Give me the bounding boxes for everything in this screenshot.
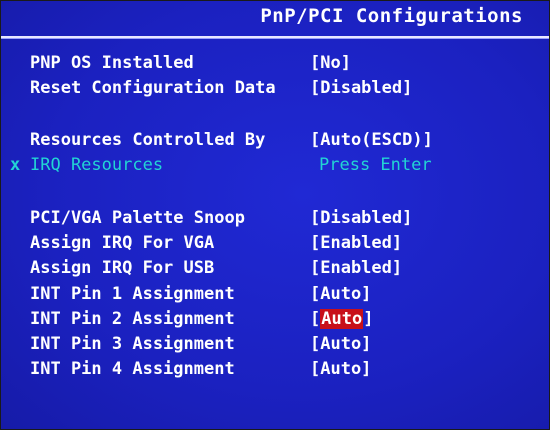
page-title: PnP/PCI Configurations [260,5,523,27]
setting-assign-irq-for-usb[interactable]: Assign IRQ For USB [Enabled] [1,258,549,282]
setting-label: Assign IRQ For VGA [30,233,215,253]
setting-int-pin-2-assignment[interactable]: INT Pin 2 Assignment [Auto] [1,309,549,333]
setting-value[interactable]: [Auto] [310,334,371,354]
setting-label: INT Pin 2 Assignment [30,309,235,329]
setting-label: INT Pin 1 Assignment [30,284,235,304]
setting-label: Assign IRQ For USB [30,258,215,278]
selected-value-highlight[interactable]: Auto [320,309,364,329]
title-bar: PnP/PCI Configurations [1,1,549,39]
setting-int-pin-4-assignment[interactable]: INT Pin 4 Assignment [Auto] [1,359,549,383]
setting-reset-configuration-data[interactable]: Reset Configuration Data [Disabled] [1,78,549,102]
setting-value[interactable]: [No] [310,53,351,73]
setting-irq-resources: x IRQ Resources Press Enter [1,155,549,179]
setting-label: PNP OS Installed [30,53,194,73]
bracket-close: ] [363,309,374,329]
setting-value[interactable]: [Enabled] [310,258,402,278]
setting-label: Reset Configuration Data [30,78,276,98]
setting-resources-controlled-by[interactable]: Resources Controlled By [Auto(ESCD)] [1,130,549,154]
setting-label: INT Pin 3 Assignment [30,334,235,354]
setting-value[interactable]: [Disabled] [310,208,412,228]
title-divider [1,36,549,39]
unavailable-marker: x [10,155,21,175]
setting-pnp-os-installed[interactable]: PNP OS Installed [No] [1,53,549,77]
setting-value[interactable]: [Enabled] [310,233,402,253]
setting-value[interactable]: [Auto] [310,359,371,379]
setting-label: IRQ Resources [30,155,164,175]
setting-label: PCI/VGA Palette Snoop [30,208,245,228]
setting-assign-irq-for-vga[interactable]: Assign IRQ For VGA [Enabled] [1,233,549,257]
setting-pci-vga-palette-snoop[interactable]: PCI/VGA Palette Snoop [Disabled] [1,208,549,232]
setting-value[interactable]: [Auto] [310,309,373,329]
setting-value[interactable]: [Auto(ESCD)] [310,130,433,150]
setting-value[interactable]: [Auto] [310,284,371,304]
setting-int-pin-3-assignment[interactable]: INT Pin 3 Assignment [Auto] [1,334,549,358]
bracket-open: [ [310,309,321,329]
setting-int-pin-1-assignment[interactable]: INT Pin 1 Assignment [Auto] [1,284,549,308]
setting-value[interactable]: [Disabled] [310,78,412,98]
bios-screen: PnP/PCI Configurations PNP OS Installed … [0,0,550,430]
setting-label: INT Pin 4 Assignment [30,359,235,379]
setting-label: Resources Controlled By [30,130,266,150]
setting-value: Press Enter [319,155,432,175]
